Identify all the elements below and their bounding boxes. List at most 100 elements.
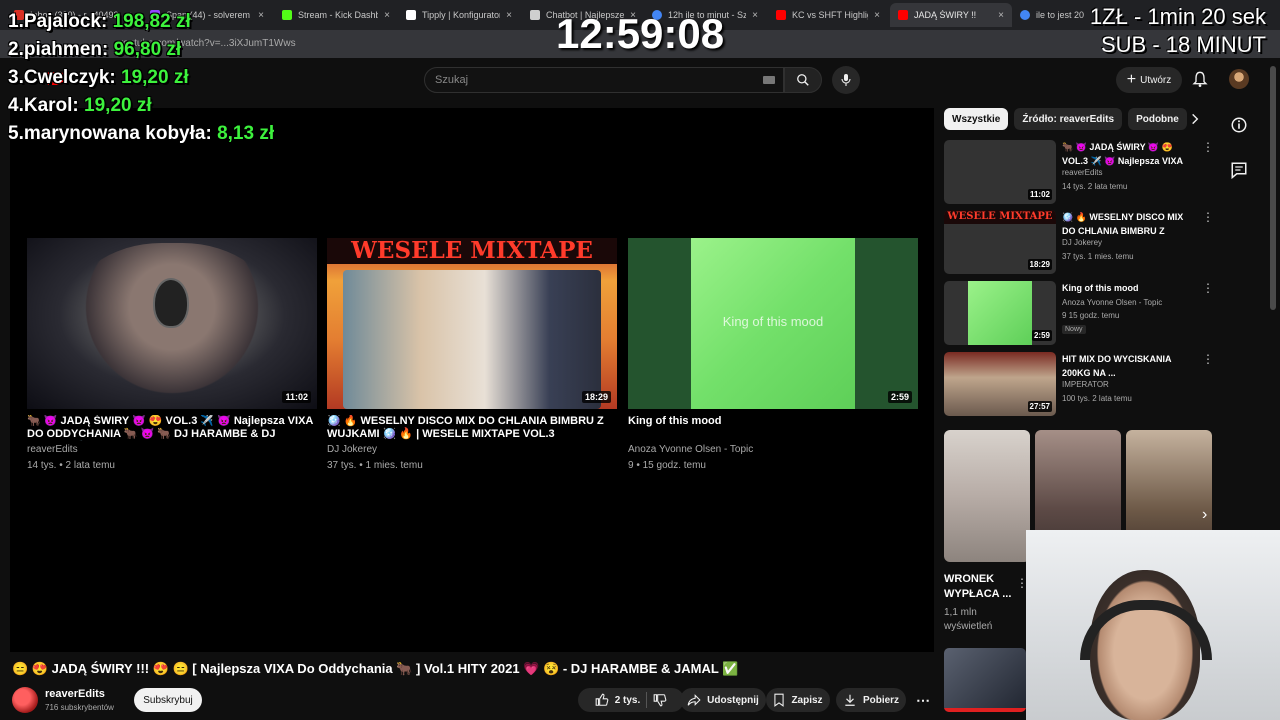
browser-tab-google-2[interactable]: ile to jest 20 z bbox=[1012, 3, 1092, 27]
end-screen-meta: 9 • 15 godz. temu bbox=[628, 460, 706, 471]
end-screen-card[interactable]: King of this mood 2:59 King of this mood… bbox=[628, 238, 918, 473]
duration-badge: 18:29 bbox=[581, 391, 611, 403]
recommendation-channel[interactable]: reaverEdits bbox=[1062, 168, 1102, 177]
recommendation-thumbnail[interactable]: 27:57 bbox=[944, 352, 1056, 416]
subscriber-count: 716 subskrybentów bbox=[45, 703, 114, 712]
divider bbox=[646, 692, 648, 708]
end-screen-meta: 37 tys. • 1 mies. temu bbox=[327, 460, 423, 471]
close-icon[interactable]: × bbox=[752, 10, 758, 21]
recommendation-item[interactable]: 27:57 HIT MIX DO WYCISKANIA 200KG NA ...… bbox=[944, 352, 1214, 416]
browser-tab-tipply[interactable]: Tipply | Konfigurator × bbox=[398, 3, 520, 27]
search-input[interactable]: Szukaj bbox=[424, 67, 784, 93]
kebab-menu-icon[interactable]: ⋮ bbox=[1202, 281, 1214, 295]
create-label: Utwórz bbox=[1140, 74, 1172, 86]
create-button[interactable]: + Utwórz bbox=[1116, 67, 1182, 93]
end-screen-thumbnail[interactable]: 11:02 bbox=[27, 238, 317, 409]
ranking-entry: 4.Karol: 19,20 zł bbox=[8, 95, 152, 116]
bookmark-icon bbox=[774, 693, 785, 707]
info-icon[interactable] bbox=[1230, 116, 1248, 134]
donation-ranking: 1.Pajalock: 198,82 zł 2.piahmen: 96,80 z… bbox=[8, 8, 274, 148]
subathon-timer: 12:59:08 bbox=[556, 10, 725, 57]
bell-icon[interactable] bbox=[1192, 70, 1208, 88]
end-screen-title[interactable]: King of this mood bbox=[628, 415, 918, 441]
browser-tab-kick[interactable]: Stream - Kick Dashbo × bbox=[274, 3, 398, 27]
youtube-icon bbox=[776, 10, 786, 20]
short-thumbnail[interactable] bbox=[944, 430, 1030, 562]
recommendation-channel[interactable]: Anoza Yvonne Olsen - Topic bbox=[1062, 298, 1162, 307]
chip-source[interactable]: Źródło: reaverEdits bbox=[1014, 108, 1123, 130]
end-screen-thumbnail[interactable]: WESELE MIXTAPE 18:29 bbox=[327, 238, 617, 409]
kebab-menu-icon[interactable]: ⋮ bbox=[1202, 140, 1214, 154]
scrollbar[interactable] bbox=[1270, 66, 1276, 310]
recommendation-thumbnail[interactable]: 11:02 bbox=[944, 140, 1056, 204]
recommendation-item[interactable]: 2:59 King of this mood Anoza Yvonne Olse… bbox=[944, 281, 1214, 345]
channel-name[interactable]: reaverEdits bbox=[45, 688, 105, 700]
close-icon[interactable]: × bbox=[874, 10, 880, 21]
recommendation-thumbnail[interactable]: 2:59 bbox=[944, 281, 1056, 345]
close-icon[interactable]: × bbox=[998, 10, 1004, 21]
recommendation-item[interactable]: 11:02 🐂 👿 JADĄ ŚWIRY 👿 😍 VOL.3 ✈️ 👿 Najl… bbox=[944, 140, 1214, 204]
chat-icon[interactable] bbox=[1230, 161, 1248, 179]
recommendation-thumbnail[interactable] bbox=[944, 648, 1026, 712]
kebab-menu-icon[interactable]: ⋮ bbox=[1202, 352, 1214, 366]
chevron-right-icon[interactable] bbox=[1188, 112, 1202, 126]
plus-icon: + bbox=[1126, 71, 1137, 88]
short-title[interactable]: WRONEK WYPŁACA ... bbox=[944, 572, 1024, 602]
duration-badge: 11:02 bbox=[282, 391, 311, 403]
mic-icon bbox=[841, 74, 851, 86]
chatbot-icon bbox=[530, 10, 540, 20]
recommendation-channel[interactable]: IMPERATOR bbox=[1062, 380, 1109, 389]
chip-related[interactable]: Podobne bbox=[1128, 108, 1187, 130]
kebab-menu-icon[interactable]: ⋮ bbox=[1202, 210, 1214, 224]
end-screen-channel[interactable]: reaverEdits bbox=[27, 443, 317, 457]
share-button[interactable]: Udostępnij bbox=[680, 688, 766, 712]
recommendation-meta: 14 tys. 2 lata temu bbox=[1062, 182, 1128, 191]
thumbnail-art bbox=[968, 281, 1032, 345]
browser-tab-youtube-active[interactable]: JADĄ ŚWIRY !! × bbox=[890, 3, 1012, 27]
share-icon bbox=[687, 694, 701, 706]
thumbnail-banner: WESELE MIXTAPE bbox=[327, 238, 617, 264]
end-screen-channel[interactable]: DJ Jokerey bbox=[327, 443, 617, 457]
thumb-up-icon[interactable] bbox=[595, 693, 609, 707]
donation-rate: 1ZŁ - 1min 20 sek bbox=[1089, 4, 1266, 29]
end-screen-channel[interactable]: Anoza Yvonne Olsen - Topic bbox=[628, 443, 918, 457]
end-screen-title[interactable]: 🪩 🔥 WESELNY DISCO MIX DO CHLANIA BIMBRU … bbox=[327, 415, 617, 441]
tipply-icon bbox=[406, 10, 416, 20]
end-screen-thumbnail[interactable]: King of this mood 2:59 bbox=[628, 238, 918, 409]
recommendation-title[interactable]: HIT MIX DO WYCISKANIA 200KG NA ... bbox=[1062, 352, 1194, 380]
end-screen-title[interactable]: 🐂 👿 JADĄ ŚWIRY 👿 😍 VOL.3 ✈️ 👿 Najlepsza … bbox=[27, 415, 317, 441]
like-count[interactable]: 2 tys. bbox=[615, 695, 641, 706]
search-icon bbox=[797, 74, 809, 86]
keyboard-icon[interactable] bbox=[763, 76, 775, 84]
end-screen-card[interactable]: 11:02 🐂 👿 JADĄ ŚWIRY 👿 😍 VOL.3 ✈️ 👿 Najl… bbox=[27, 238, 317, 473]
youtube-icon bbox=[898, 10, 908, 20]
ranking-entry: 3.Cwelczyk: 19,20 zł bbox=[8, 67, 189, 88]
more-actions-button[interactable]: ⋯ bbox=[912, 688, 934, 712]
download-button[interactable]: Pobierz bbox=[836, 688, 906, 712]
duration-badge: 2:59 bbox=[887, 391, 912, 403]
ranking-entry: 2.piahmen: 96,80 zł bbox=[8, 39, 182, 60]
recommendation-meta: 37 tys. 1 mies. temu bbox=[1062, 252, 1134, 261]
end-screen-card[interactable]: WESELE MIXTAPE 18:29 🪩 🔥 WESELNY DISCO M… bbox=[327, 238, 617, 473]
close-icon[interactable]: × bbox=[506, 10, 512, 21]
save-button[interactable]: Zapisz bbox=[766, 688, 830, 712]
thumbnail-photo bbox=[343, 270, 601, 409]
thumb-down-icon[interactable] bbox=[653, 693, 667, 707]
close-icon[interactable]: × bbox=[384, 10, 390, 21]
account-avatar[interactable] bbox=[1229, 69, 1249, 89]
recommendation-channel[interactable]: DJ Jokerey bbox=[1062, 238, 1102, 247]
filter-chips: Wszystkie Źródło: reaverEdits Podobne bbox=[944, 108, 1187, 130]
voice-search-button[interactable] bbox=[832, 66, 860, 94]
channel-avatar[interactable] bbox=[12, 687, 38, 713]
search-button[interactable] bbox=[784, 67, 822, 93]
recommendation-item[interactable]: WESELE MIXTAPE 18:29 🪩 🔥 WESELNY DISCO M… bbox=[944, 210, 1214, 274]
recommendation-meta: 9 15 godz. temu bbox=[1062, 311, 1120, 320]
browser-tab-youtube-1[interactable]: KC vs SHFT Highlight × bbox=[768, 3, 888, 27]
recommendation-thumbnail[interactable]: WESELE MIXTAPE 18:29 bbox=[944, 210, 1056, 274]
chevron-right-icon[interactable]: › bbox=[1202, 506, 1207, 524]
recommendation-title[interactable]: 🪩 🔥 WESELNY DISCO MIX DO CHLANIA BIMBRU … bbox=[1062, 210, 1194, 238]
chip-all[interactable]: Wszystkie bbox=[944, 108, 1009, 130]
subscribe-button[interactable]: Subskrybuj bbox=[134, 688, 202, 712]
recommendation-title[interactable]: 🐂 👿 JADĄ ŚWIRY 👿 😍 VOL.3 ✈️ 👿 Najlepsza … bbox=[1062, 140, 1194, 168]
short-views: 1,1 mln wyświetleń bbox=[944, 607, 993, 632]
